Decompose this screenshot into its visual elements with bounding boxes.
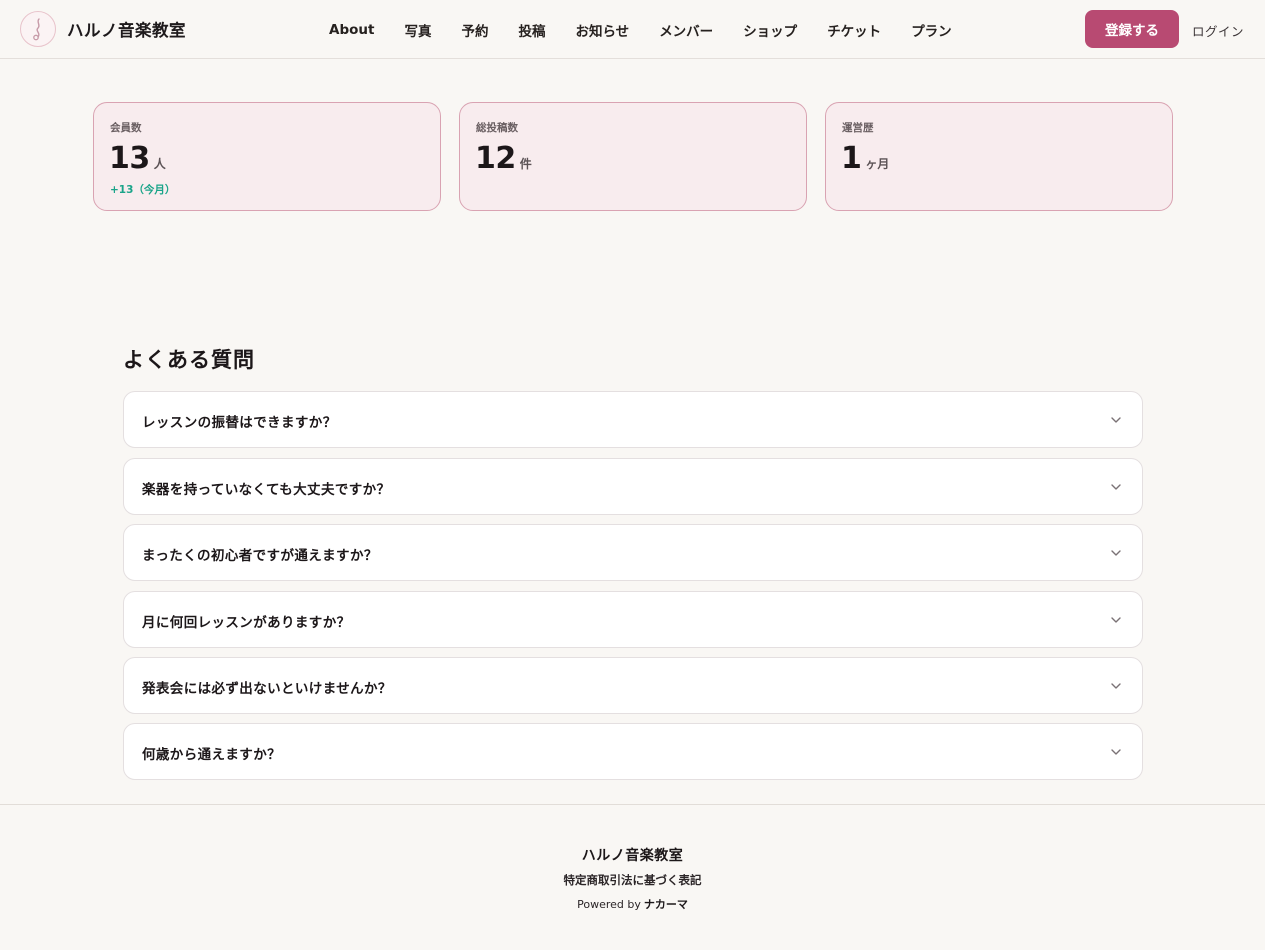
faq-question: 楽器を持っていなくても大丈夫ですか？ <box>142 482 391 498</box>
chevron-down-icon <box>1111 683 1121 689</box>
chevron-down-icon <box>1111 749 1121 755</box>
stat-unit: 件 <box>519 157 532 171</box>
faq-question: 何歳から通えますか？ <box>142 747 281 763</box>
stat-value-row: 13 人 <box>109 141 166 176</box>
nav-about[interactable]: About <box>314 22 389 38</box>
faq-item[interactable]: 発表会には必ず出ないといけませんか？ <box>123 657 1143 714</box>
nav-members[interactable]: メンバー <box>644 20 728 40</box>
faq-question: レッスンの振替はできますか？ <box>142 415 337 431</box>
nav-photos[interactable]: 写真 <box>389 20 446 40</box>
powered-by: Powered by ナカーマ <box>0 896 1265 912</box>
faq-question: 発表会には必ず出ないといけませんか？ <box>142 681 392 697</box>
stat-value-row: 12 件 <box>475 141 532 176</box>
faq-item[interactable]: 月に何回レッスンがありますか？ <box>123 591 1143 648</box>
chevron-down-icon <box>1111 550 1121 556</box>
nav-news[interactable]: お知らせ <box>560 20 644 40</box>
main-nav: About 写真 予約 投稿 お知らせ メンバー ショップ チケット プラン <box>314 0 967 59</box>
powered-prefix: Powered by <box>577 898 641 911</box>
faq-title: よくある質問 <box>123 348 255 372</box>
stat-card-posts: 総投稿数 12 件 <box>459 102 807 211</box>
stat-value-row: 1 ヶ月 <box>841 141 889 176</box>
nav-booking[interactable]: 予約 <box>446 20 503 40</box>
stat-number: 13 <box>109 141 150 176</box>
chevron-down-icon <box>1111 484 1121 490</box>
brand-logo[interactable]: ハルノ音楽教室 <box>20 11 186 47</box>
stat-card-members: 会員数 13 人 +13（今月） <box>93 102 441 211</box>
stat-label: 総投稿数 <box>476 122 518 134</box>
stat-card-history: 運営歴 1 ヶ月 <box>825 102 1173 211</box>
brand-name: ハルノ音楽教室 <box>67 21 186 40</box>
music-note-icon <box>20 11 56 47</box>
faq-item[interactable]: レッスンの振替はできますか？ <box>123 391 1143 448</box>
stat-number: 12 <box>475 141 516 176</box>
register-button[interactable]: 登録する <box>1085 10 1179 48</box>
site-footer: ハルノ音楽教室 特定商取引法に基づく表記 Powered by ナカーマ <box>0 804 1265 950</box>
powered-brand-link[interactable]: ナカーマ <box>644 898 688 911</box>
faq-item[interactable]: 楽器を持っていなくても大丈夫ですか？ <box>123 458 1143 515</box>
stat-unit: ヶ月 <box>865 157 890 171</box>
nav-posts[interactable]: 投稿 <box>503 20 560 40</box>
nav-tickets[interactable]: チケット <box>812 20 896 40</box>
faq-question: まったくの初心者ですが通えますか？ <box>142 548 378 564</box>
stat-label: 運営歴 <box>842 122 874 134</box>
stat-delta: +13（今月） <box>110 184 176 196</box>
faq-item[interactable]: まったくの初心者ですが通えますか？ <box>123 524 1143 581</box>
stat-unit: 人 <box>153 157 166 171</box>
faq-item[interactable]: 何歳から通えますか？ <box>123 723 1143 780</box>
nav-shop[interactable]: ショップ <box>728 20 812 40</box>
site-header: ハルノ音楽教室 About 写真 予約 投稿 お知らせ メンバー ショップ チケ… <box>0 0 1265 59</box>
stat-number: 1 <box>841 141 862 176</box>
legal-notice-link[interactable]: 特定商取引法に基づく表記 <box>0 872 1265 888</box>
faq-question: 月に何回レッスンがありますか？ <box>142 615 351 631</box>
footer-brand: ハルノ音楽教室 <box>581 848 684 864</box>
chevron-down-icon <box>1111 417 1121 423</box>
stat-label: 会員数 <box>110 122 142 134</box>
login-link[interactable]: ログイン <box>1192 21 1244 40</box>
chevron-down-icon <box>1111 617 1121 623</box>
nav-plans[interactable]: プラン <box>896 20 967 40</box>
